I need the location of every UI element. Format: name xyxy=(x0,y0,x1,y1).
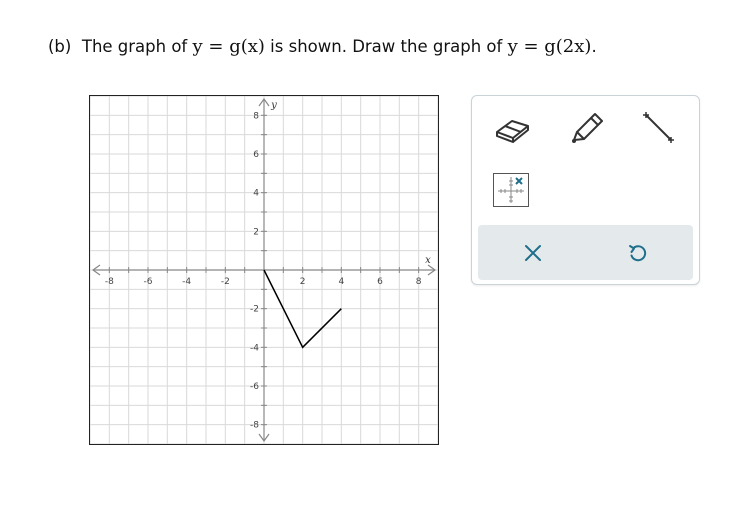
eraser-icon xyxy=(496,120,529,143)
x-tick-label: -6 xyxy=(144,277,153,287)
clear-icon xyxy=(525,245,541,261)
y-tick-label: 4 xyxy=(253,189,259,199)
math-target-function: y = g(2x) xyxy=(507,36,592,57)
point-grid-icon xyxy=(493,173,529,207)
question-end: . xyxy=(591,37,597,56)
x-tick-label: 6 xyxy=(377,277,383,287)
x-axis-label: x xyxy=(425,255,431,266)
undo-icon xyxy=(629,245,647,262)
y-axis-label: y xyxy=(270,100,277,111)
x-tick-label: -8 xyxy=(105,277,114,287)
x-tick-label: 4 xyxy=(338,277,344,287)
line-segment-icon xyxy=(643,112,674,143)
eraser-tool-button[interactable] xyxy=(492,112,532,146)
y-tick-label: -8 xyxy=(250,421,259,431)
question-part: (b) xyxy=(48,37,72,56)
line-segment-tool-button[interactable] xyxy=(638,108,678,146)
pencil-tool-button[interactable] xyxy=(566,110,606,148)
drawing-toolbox xyxy=(471,95,700,285)
x-tick-label: -2 xyxy=(221,277,230,287)
pencil-icon xyxy=(572,113,603,143)
math-given-function: y = g(x) xyxy=(192,36,265,57)
y-tick-label: -2 xyxy=(250,305,259,315)
y-tick-label: -4 xyxy=(250,343,259,353)
graph-canvas[interactable]: -8 -6 -4 -2 2 4 6 8 8 6 4 2 -2 -4 -6 -8 x y xyxy=(89,95,439,445)
y-tick-label: 2 xyxy=(253,227,259,237)
action-bar xyxy=(478,225,693,280)
question-text: (b) The graph of y = g(x) is shown. Draw… xyxy=(48,36,597,57)
question-text-2: is shown. Draw the graph of xyxy=(270,37,503,56)
y-tick-label: 6 xyxy=(253,150,259,160)
y-tick-label: -6 xyxy=(250,382,259,392)
x-tick-label: 8 xyxy=(416,277,422,287)
x-tick-label: 2 xyxy=(300,277,306,287)
graph-svg[interactable]: -8 -6 -4 -2 2 4 6 8 8 6 4 2 -2 -4 -6 -8 x y xyxy=(90,96,438,444)
point-tool-button[interactable] xyxy=(492,172,530,208)
question-text-1: The graph of xyxy=(81,37,188,56)
x-tick-label: -4 xyxy=(182,277,191,287)
clear-button[interactable] xyxy=(517,237,549,269)
undo-button[interactable] xyxy=(622,237,654,269)
y-tick-label: 8 xyxy=(253,111,259,121)
